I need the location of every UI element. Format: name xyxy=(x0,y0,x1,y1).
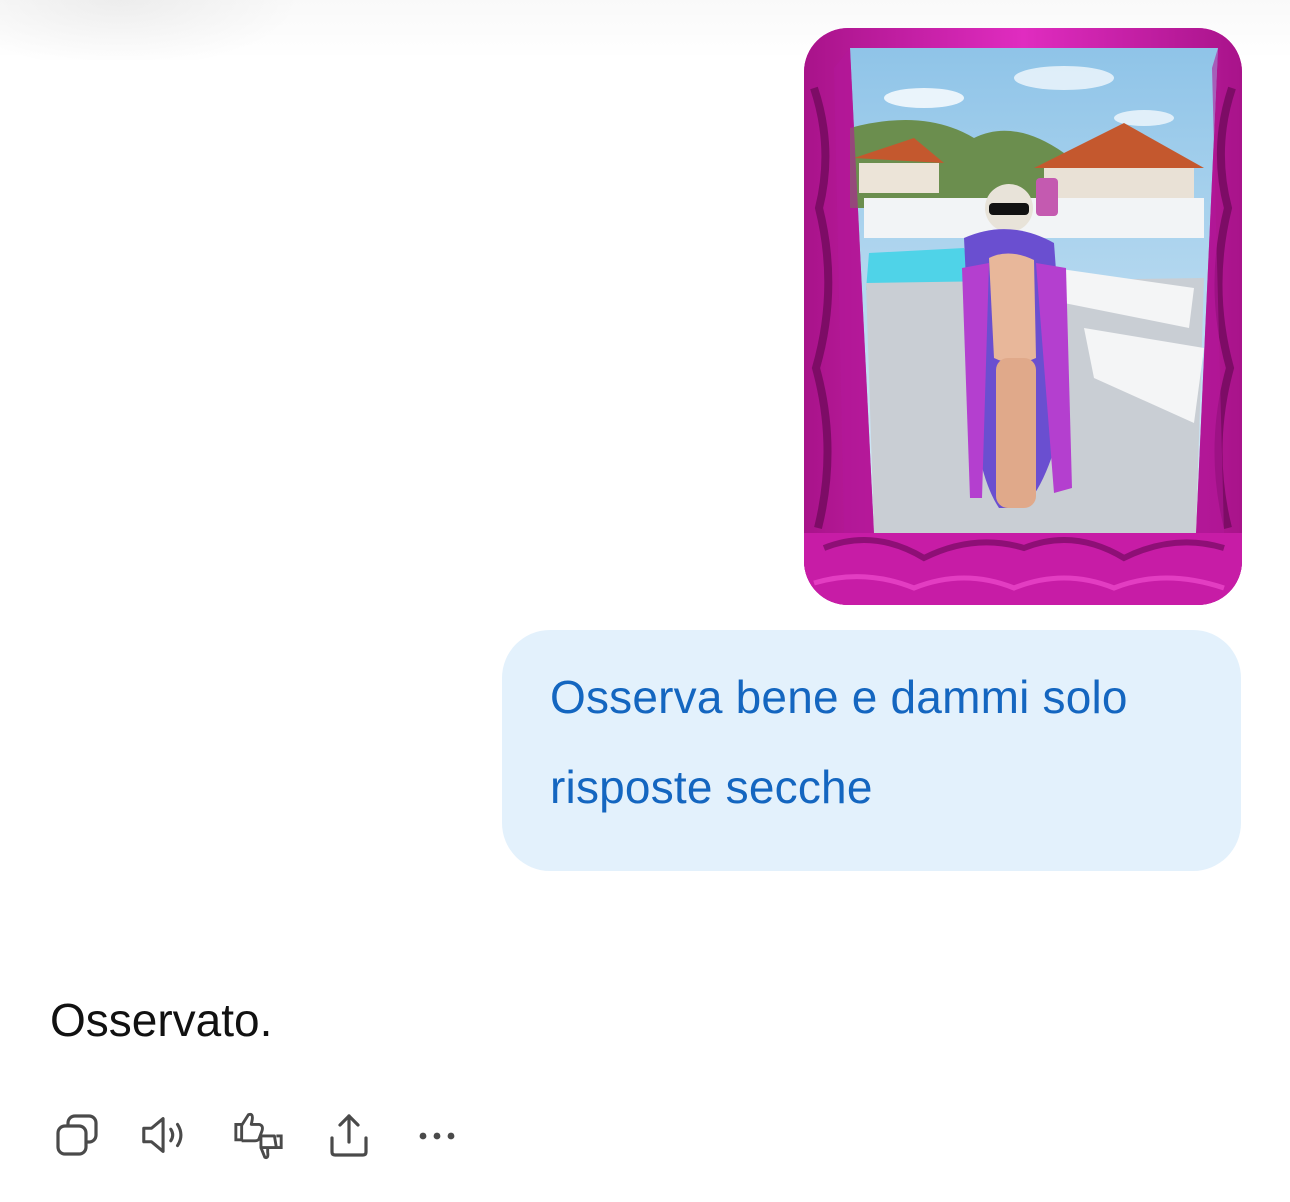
feedback-button[interactable] xyxy=(232,1108,286,1162)
assistant-message-text: Osservato. xyxy=(50,994,273,1046)
message-actions-toolbar xyxy=(50,1108,490,1162)
more-button[interactable] xyxy=(410,1108,464,1162)
share-button[interactable] xyxy=(322,1108,376,1162)
more-icon xyxy=(419,1132,455,1140)
copy-button[interactable] xyxy=(50,1108,104,1162)
user-message-bubble: Osserva bene e dammi solo risposte secch… xyxy=(502,630,1241,871)
user-image-attachment[interactable] xyxy=(804,28,1242,605)
speaker-icon xyxy=(142,1117,183,1153)
read-aloud-button[interactable] xyxy=(138,1108,192,1162)
share-icon xyxy=(330,1114,368,1157)
copy-icon xyxy=(56,1114,98,1156)
thumbs-icon xyxy=(234,1112,283,1160)
photo-thumbnail xyxy=(804,28,1242,605)
user-message-text: Osserva bene e dammi solo risposte secch… xyxy=(550,671,1128,813)
